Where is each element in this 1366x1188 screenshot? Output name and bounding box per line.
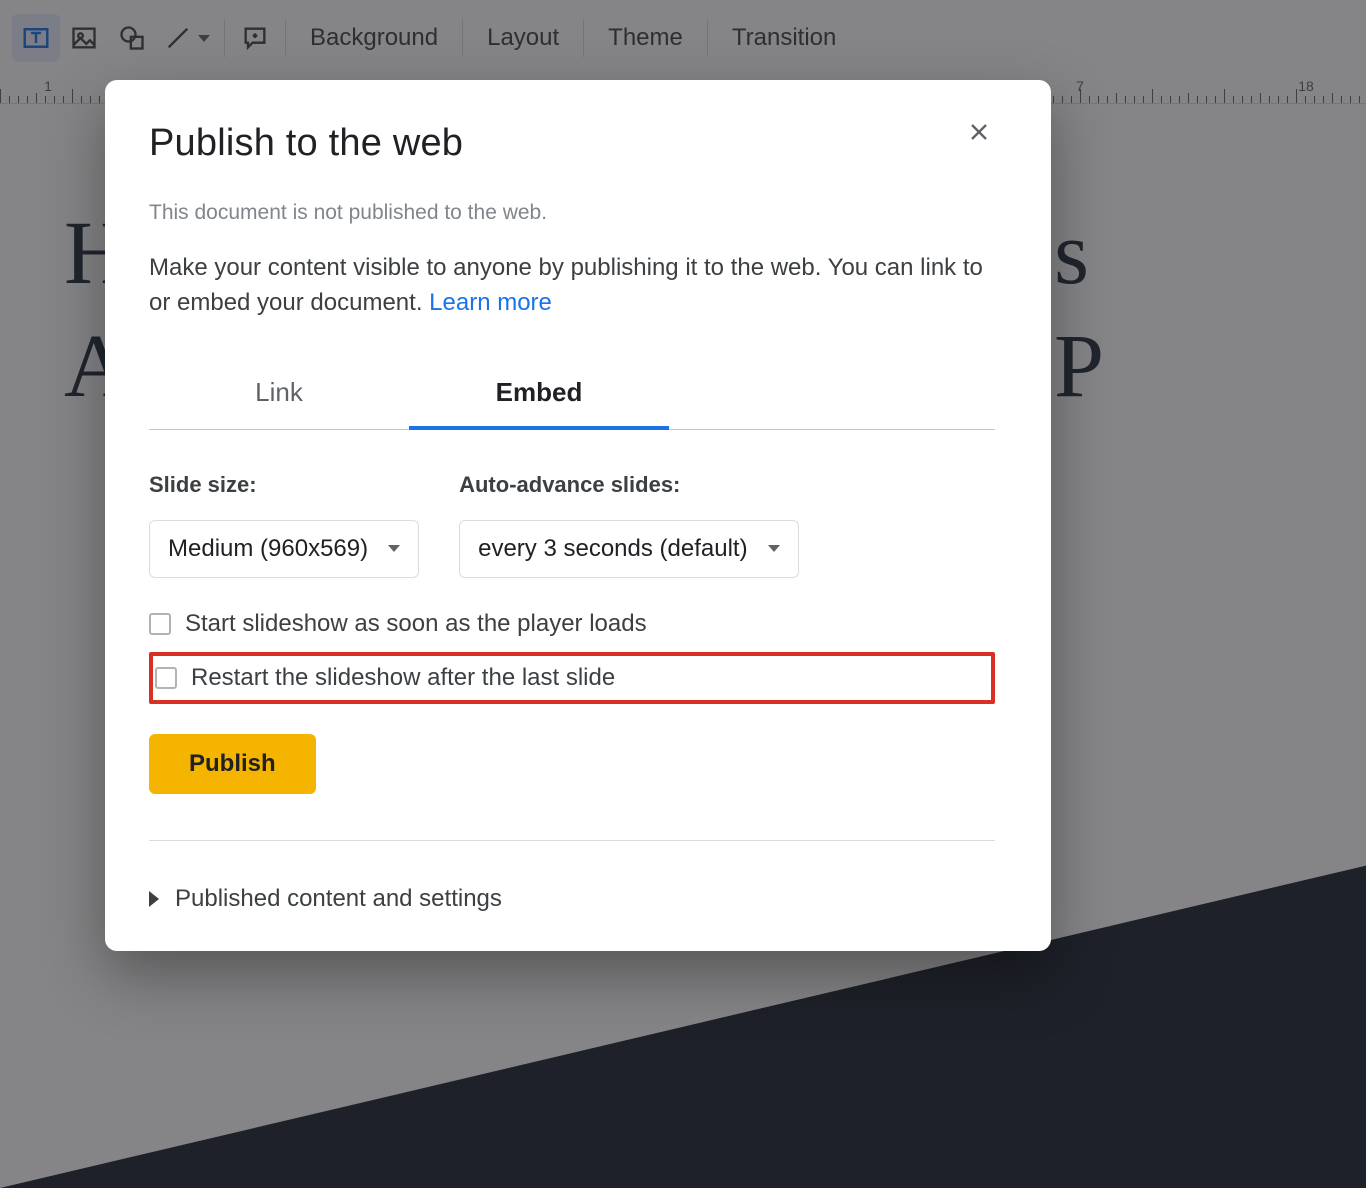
description-text: Make your content visible to anyone by p… [149, 254, 983, 316]
publish-tabs: Link Embed [149, 377, 995, 430]
slide-size-field: Slide size: Medium (960x569) [149, 472, 419, 578]
start-slideshow-label: Start slideshow as soon as the player lo… [185, 610, 647, 638]
chevron-down-icon [768, 545, 780, 552]
auto-advance-label: Auto-advance slides: [459, 472, 680, 498]
embed-options-row: Slide size: Medium (960x569) Auto-advanc… [149, 472, 995, 578]
publish-button[interactable]: Publish [149, 734, 316, 794]
auto-advance-value: every 3 seconds (default) [478, 535, 747, 563]
chevron-down-icon [388, 545, 400, 552]
slide-size-select[interactable]: Medium (960x569) [149, 520, 419, 578]
dialog-title: Publish to the web [149, 122, 995, 165]
auto-advance-field: Auto-advance slides: every 3 seconds (de… [459, 472, 798, 578]
checkbox-icon [149, 613, 171, 635]
embed-checklist: Start slideshow as soon as the player lo… [149, 602, 995, 704]
annotation-highlight: Restart the slideshow after the last sli… [149, 652, 995, 704]
restart-slideshow-checkbox-row[interactable]: Restart the slideshow after the last sli… [155, 660, 615, 696]
tab-link[interactable]: Link [149, 377, 409, 429]
publish-description: Make your content visible to anyone by p… [149, 251, 995, 321]
checkbox-icon [155, 667, 177, 689]
auto-advance-select[interactable]: every 3 seconds (default) [459, 520, 798, 578]
publish-status: This document is not published to the we… [149, 201, 995, 225]
close-icon [967, 120, 991, 149]
close-button[interactable] [959, 114, 999, 154]
divider [149, 840, 995, 841]
tab-embed[interactable]: Embed [409, 377, 669, 430]
learn-more-link[interactable]: Learn more [429, 289, 552, 316]
restart-slideshow-label: Restart the slideshow after the last sli… [191, 664, 615, 692]
publish-dialog: Publish to the web This document is not … [105, 80, 1051, 951]
slide-size-label: Slide size: [149, 472, 257, 498]
slide-size-value: Medium (960x569) [168, 535, 368, 563]
start-slideshow-checkbox-row[interactable]: Start slideshow as soon as the player lo… [149, 602, 995, 646]
expander-label: Published content and settings [175, 885, 502, 913]
chevron-right-icon [149, 891, 159, 907]
published-content-expander[interactable]: Published content and settings [149, 885, 995, 913]
